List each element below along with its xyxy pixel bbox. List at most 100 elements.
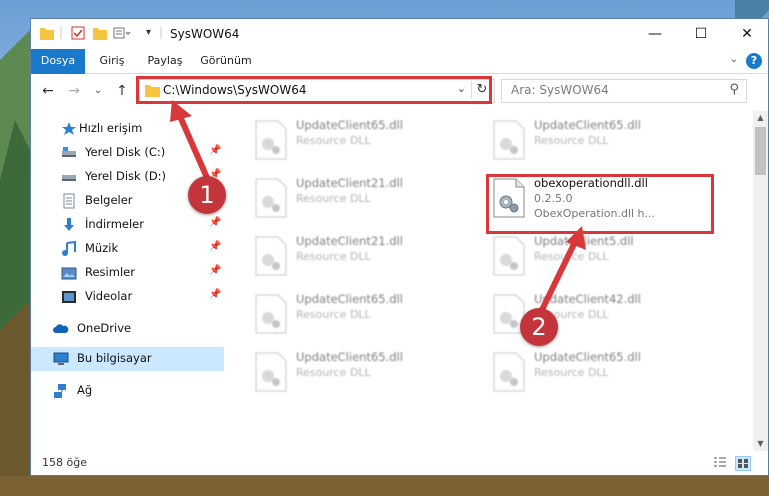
computer-icon xyxy=(53,352,69,365)
file-description: Resource DLL xyxy=(296,134,371,147)
properties-icon[interactable] xyxy=(71,26,85,40)
sidebar-item-music[interactable]: Müzik 📌 xyxy=(31,237,224,261)
pin-icon[interactable]: 📌 xyxy=(209,145,221,156)
maximize-button[interactable]: ☐ xyxy=(678,19,724,49)
close-button[interactable]: ✕ xyxy=(724,19,769,49)
file-name: UpdateClient5.dll xyxy=(534,234,634,248)
file-name: UpdateClient21.dll xyxy=(296,234,403,248)
vertical-scrollbar[interactable]: ▲ ▼ xyxy=(753,111,768,451)
sidebar-item-onedrive[interactable]: OneDrive xyxy=(31,317,224,341)
list-item-obexoperationdll[interactable]: obexoperationdll.dll 0.2.5.0 ObexOperati… xyxy=(492,173,712,225)
list-item[interactable]: UpdateClient5.dll Resource DLL xyxy=(492,231,712,283)
search-box[interactable]: Ara: SysWOW64 ⚲ xyxy=(501,79,747,103)
network-icon xyxy=(54,384,66,398)
pin-icon[interactable]: 📌 xyxy=(209,289,221,300)
documents-icon xyxy=(63,193,75,209)
scroll-up-arrow-icon[interactable]: ▲ xyxy=(753,111,768,125)
refresh-icon[interactable]: ↻ xyxy=(471,81,492,99)
pin-icon[interactable]: 📌 xyxy=(209,265,221,276)
star-icon xyxy=(62,122,76,135)
explorer-window: | ▾ | SysWOW64 — ☐ ✕ Dosya Giriş Paylaş … xyxy=(30,18,769,476)
tab-view[interactable]: Görünüm xyxy=(197,49,255,73)
sidebar-item-label: Videolar xyxy=(85,289,133,303)
pictures-icon xyxy=(61,267,77,280)
sidebar-item-label: İndirmeler xyxy=(85,217,144,231)
folder-icon xyxy=(40,28,54,40)
dll-file-icon xyxy=(255,120,287,160)
ribbon-expand-icon[interactable]: ⌄ xyxy=(730,54,738,65)
sidebar-item-label: Yerel Disk (C:) xyxy=(85,145,166,159)
status-bar: 158 öğe xyxy=(31,451,768,475)
navigation-bar: ← → ⌄ ↑ C:\Windows\SysWOW64 ⌄ ↻ Ara: Sys… xyxy=(31,74,768,108)
dll-file-icon xyxy=(255,236,287,276)
file-name: UpdateClient65.dll xyxy=(296,118,403,132)
file-description: Resource DLL xyxy=(296,366,371,379)
list-item[interactable]: UpdateClient65.dll Resource DLL xyxy=(254,347,474,399)
list-item[interactable]: UpdateClient65.dll Resource DLL xyxy=(254,289,474,341)
qat-dropdown-icon[interactable]: ▾ xyxy=(146,27,151,38)
customize-qat-icon[interactable] xyxy=(113,26,133,40)
ribbon-tabs: Dosya Giriş Paylaş Görünüm ⌄ ? xyxy=(31,49,768,101)
minimize-button[interactable]: — xyxy=(632,19,678,49)
pin-icon[interactable]: 📌 xyxy=(209,217,221,228)
sidebar-item-videos[interactable]: Videolar 📌 xyxy=(31,285,224,309)
title-bar: | ▾ | SysWOW64 — ☐ ✕ xyxy=(31,19,768,49)
up-button[interactable]: ↑ xyxy=(113,82,131,100)
file-description: ObexOperation.dll h... xyxy=(534,207,656,220)
back-button[interactable]: ← xyxy=(39,82,57,100)
tab-home[interactable]: Giriş xyxy=(91,49,133,73)
file-name: UpdateClient65.dll xyxy=(296,292,403,306)
music-icon xyxy=(62,241,76,256)
dll-file-icon xyxy=(255,352,287,392)
file-description: Resource DLL xyxy=(296,192,371,205)
forward-button[interactable]: → xyxy=(65,82,83,100)
recent-locations-button[interactable]: ⌄ xyxy=(89,82,107,100)
folder-icon xyxy=(145,85,160,97)
address-bar[interactable]: C:\Windows\SysWOW64 ⌄ ↻ xyxy=(139,79,495,103)
list-item[interactable]: UpdateClient21.dll Resource DLL xyxy=(254,173,474,225)
sidebar-item-local-disk-c[interactable]: Yerel Disk (C:) 📌 xyxy=(31,141,224,165)
file-name: UpdateClient65.dll xyxy=(534,118,641,132)
item-count: 158 öğe xyxy=(42,456,87,469)
drive-icon xyxy=(62,175,76,181)
file-description: Resource DLL xyxy=(534,366,609,379)
file-name: UpdateClient21.dll xyxy=(296,176,403,190)
sidebar-item-quick-access[interactable]: Hızlı erişim xyxy=(31,117,224,141)
file-name: UpdateClient42.dll xyxy=(534,292,641,306)
new-folder-icon[interactable] xyxy=(93,26,107,40)
help-button[interactable]: ? xyxy=(746,53,762,69)
list-item[interactable]: UpdateClient65.dll Resource DLL xyxy=(492,115,712,167)
file-name: UpdateClient65.dll xyxy=(296,350,403,364)
sidebar-item-label: OneDrive xyxy=(77,321,132,335)
address-path[interactable]: C:\Windows\SysWOW64 xyxy=(163,83,307,97)
sidebar-item-this-pc[interactable]: Bu bilgisayar xyxy=(31,347,224,371)
title-separator: | xyxy=(159,25,164,39)
sidebar-item-label: Resimler xyxy=(85,265,135,279)
sidebar-item-network[interactable]: Ağ xyxy=(31,379,224,403)
file-description: Resource DLL xyxy=(534,250,609,263)
step-badge-2: 2 xyxy=(520,308,558,346)
navigation-pane: Hızlı erişim Yerel Disk (C:) 📌 Yerel Dis… xyxy=(31,111,224,451)
list-item[interactable]: UpdateClient65.dll Resource DLL xyxy=(254,115,474,167)
dll-file-icon xyxy=(493,178,525,218)
file-list: UpdateClient65.dll Resource DLL UpdateCl… xyxy=(226,111,741,451)
search-input[interactable]: Ara: SysWOW64 xyxy=(511,83,609,97)
large-icons-view-icon[interactable] xyxy=(735,456,751,471)
details-view-icon[interactable] xyxy=(713,456,727,469)
drive-icon xyxy=(62,147,76,157)
qat-separator: | xyxy=(59,25,64,39)
file-description: Resource DLL xyxy=(534,134,609,147)
scroll-down-arrow-icon[interactable]: ▼ xyxy=(753,437,768,451)
sidebar-item-label: Hızlı erişim xyxy=(79,121,143,135)
address-dropdown-icon[interactable]: ⌄ xyxy=(457,82,466,95)
sidebar-item-downloads[interactable]: İndirmeler 📌 xyxy=(31,213,224,237)
list-item[interactable]: UpdateClient65.dll Resource DLL xyxy=(492,347,712,399)
download-icon xyxy=(64,218,74,231)
dll-file-icon xyxy=(255,178,287,218)
search-icon[interactable]: ⚲ xyxy=(729,82,739,97)
pin-icon[interactable]: 📌 xyxy=(209,241,221,252)
tab-share[interactable]: Paylaş xyxy=(141,49,189,73)
sidebar-item-pictures[interactable]: Resimler 📌 xyxy=(31,261,224,285)
scroll-thumb[interactable] xyxy=(755,127,766,175)
list-item[interactable]: UpdateClient21.dll Resource DLL xyxy=(254,231,474,283)
